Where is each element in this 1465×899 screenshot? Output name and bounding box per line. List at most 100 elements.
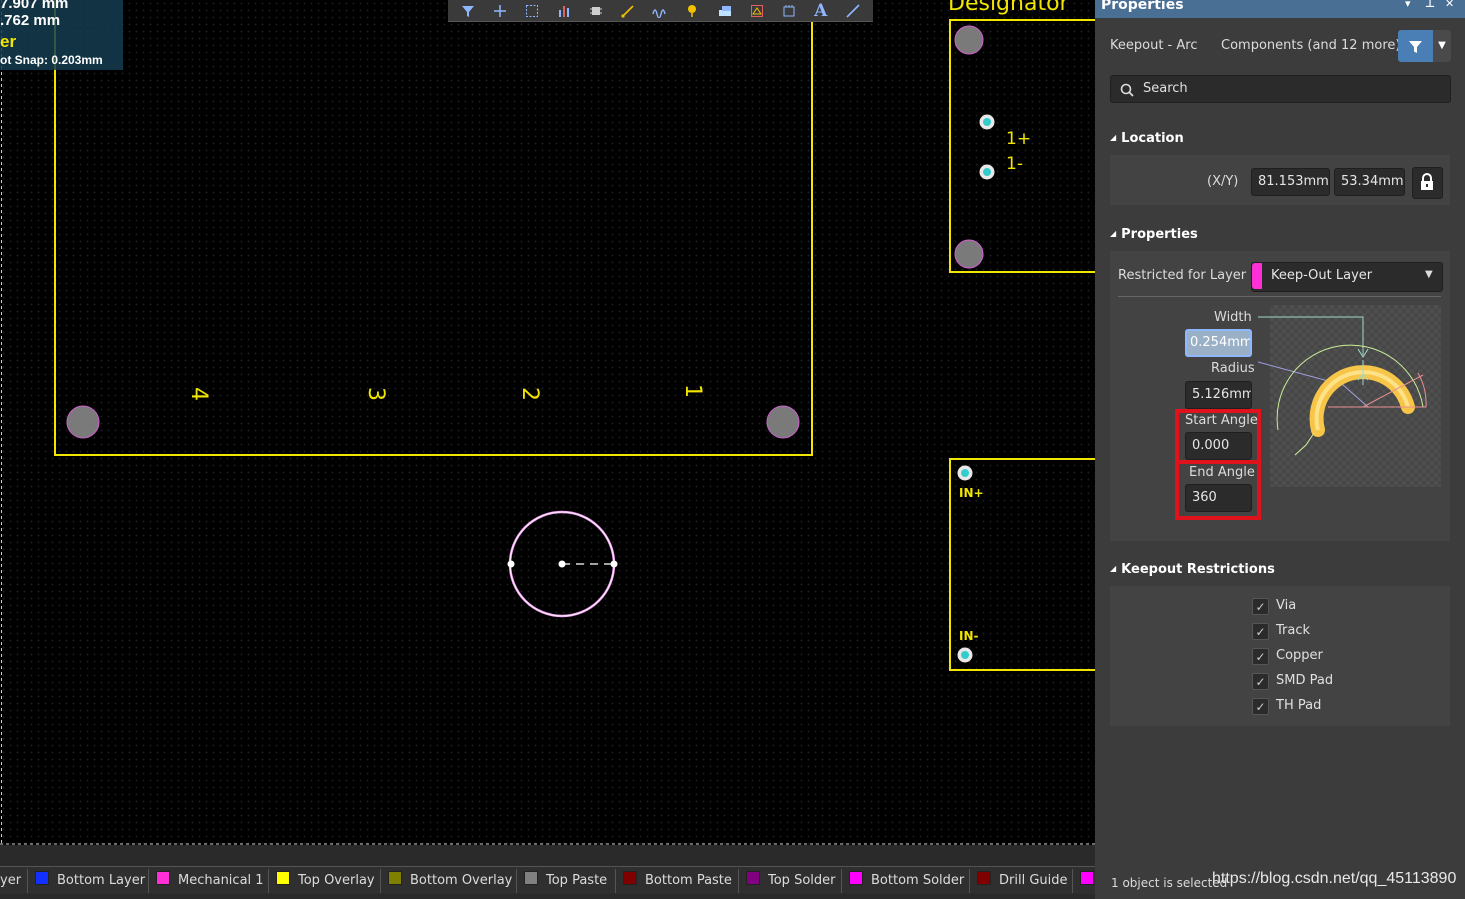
properties-section-header[interactable]: ◢ Properties xyxy=(1110,227,1198,242)
conn-label-in-minus: IN- xyxy=(959,629,979,643)
restriction-label: SMD Pad xyxy=(1276,673,1334,688)
radius-field[interactable]: 5.126mm xyxy=(1185,381,1252,409)
layer-tab[interactable]: Top Paste xyxy=(524,867,607,895)
layer-tab[interactable]: Bottom Paste xyxy=(623,867,732,895)
location-y-field[interactable]: 53.34mm xyxy=(1334,168,1405,196)
interactive-length-icon[interactable] xyxy=(650,2,670,20)
layer-tab[interactable]: Bottom Overlay xyxy=(388,867,512,895)
layer-tab[interactable] xyxy=(1080,867,1095,895)
location-section-header[interactable]: ◢ Location xyxy=(1110,131,1184,146)
search-placeholder: Search xyxy=(1143,81,1188,96)
layer-tab-label: Bottom Layer xyxy=(57,873,146,888)
hud-snap: ot Snap: 0.203mm xyxy=(0,53,103,67)
polygon-icon[interactable] xyxy=(747,2,767,20)
layer-color-swatch xyxy=(623,871,637,885)
layer-color-swatch xyxy=(156,871,170,885)
pin-label-2: 2 xyxy=(517,387,542,401)
layer-tab-separator xyxy=(738,869,739,893)
keepout-arc-selected[interactable] xyxy=(507,510,618,618)
restrictions-section-header[interactable]: ◢ Keepout Restrictions xyxy=(1110,562,1275,577)
pin-icon[interactable] xyxy=(682,2,702,20)
layer-tab[interactable]: Top Overlay xyxy=(276,867,375,895)
restriction-checkbox-track[interactable]: ✓ xyxy=(1252,623,1269,640)
filter-scope-link[interactable]: Components (and 12 more) xyxy=(1221,38,1400,53)
mounting-pad-right xyxy=(766,405,800,439)
panel-title: Properties xyxy=(1101,0,1184,13)
pcb-canvas[interactable]: 4 3 2 1 Designator 1+ 1- IN+ IN- 7.907 m… xyxy=(0,0,1095,845)
text-icon[interactable]: A xyxy=(811,1,831,21)
layer-tab-separator xyxy=(841,869,842,893)
layer-tab-label: Bottom Solder xyxy=(871,873,965,888)
arc-radius-handle xyxy=(610,560,618,568)
layer-tab-separator xyxy=(969,869,970,893)
layer-tab[interactable]: Drill Guide xyxy=(977,867,1068,895)
layer-color-swatch xyxy=(1252,263,1262,289)
layer-select[interactable]: Keep-Out Layer ▼ xyxy=(1251,262,1443,292)
panel-close-icon[interactable]: ✕ xyxy=(1445,0,1454,10)
component-icon[interactable] xyxy=(779,2,799,20)
search-icon xyxy=(1120,83,1134,97)
width-label: Width xyxy=(1214,310,1252,325)
layer-tab[interactable]: Top Solder xyxy=(746,867,835,895)
watermark: https://blog.csdn.net/qq_45113890 xyxy=(1212,870,1457,887)
pcb-drawing[interactable]: 4 3 2 1 Designator 1+ 1- IN+ IN- xyxy=(0,0,1095,845)
via-hole-4 xyxy=(961,651,969,659)
cross-icon[interactable] xyxy=(490,2,510,20)
layer-tab-label: yer xyxy=(0,873,22,888)
layer-tab[interactable]: Bottom Layer xyxy=(35,867,145,895)
filter-icon[interactable] xyxy=(458,2,478,20)
route-icon[interactable] xyxy=(618,2,638,20)
restrictions-header-label: Keepout Restrictions xyxy=(1121,562,1275,577)
status-strip xyxy=(0,845,1095,866)
restriction-checkbox-smd-pad[interactable]: ✓ xyxy=(1252,673,1269,690)
layer-color-swatch xyxy=(35,871,49,885)
layer-color-swatch xyxy=(849,871,863,885)
filter-dropdown-icon[interactable]: ▼ xyxy=(1433,30,1451,62)
layer-tab-separator xyxy=(615,869,616,893)
layer-color-swatch xyxy=(977,871,991,885)
chevron-down-icon: ▼ xyxy=(1425,269,1433,280)
object-type-label: Keepout - Arc xyxy=(1110,38,1198,53)
select-rect-icon[interactable] xyxy=(522,2,542,20)
layer-tab-separator xyxy=(268,869,269,893)
search-input[interactable]: Search xyxy=(1110,75,1451,103)
layer-tab-separator xyxy=(380,869,381,893)
panel-pin-icon[interactable]: ⊥ xyxy=(1425,0,1435,10)
location-x-field[interactable]: 81.153mm xyxy=(1251,168,1330,196)
chip-icon[interactable] xyxy=(586,2,606,20)
arc-left-handle xyxy=(507,560,515,568)
layer-color-swatch xyxy=(524,871,538,885)
filter-button[interactable] xyxy=(1398,30,1433,62)
layer-select-value: Keep-Out Layer xyxy=(1271,268,1373,283)
restriction-checkbox-copper[interactable]: ✓ xyxy=(1252,648,1269,665)
active-toolbar: A xyxy=(448,0,873,22)
layer-tabs-bar: yer Bottom Layer Mechanical 1 Top Overlay Bo… xyxy=(0,866,1095,895)
layer-stack-icon[interactable] xyxy=(715,2,735,20)
layer-tab[interactable]: Mechanical 1 xyxy=(156,867,264,895)
radius-label: Radius xyxy=(1211,361,1255,376)
layer-tab[interactable]: Bottom Solder xyxy=(849,867,964,895)
line-icon[interactable] xyxy=(843,2,863,20)
selection-status: 1 object is selected xyxy=(1111,876,1228,890)
bar-chart-icon[interactable] xyxy=(554,2,574,20)
restriction-label: Via xyxy=(1276,598,1297,613)
layer-color-swatch xyxy=(276,871,290,885)
restriction-checkbox-via[interactable]: ✓ xyxy=(1252,598,1269,615)
via-hole-1 xyxy=(983,118,991,126)
layer-tab[interactable]: yer xyxy=(0,867,21,895)
conn-label-1plus: 1+ xyxy=(1006,129,1031,149)
panel-menu-icon[interactable]: ▾ xyxy=(1405,0,1411,10)
coordinate-hud: 7.907 mm .762 mm er ot Snap: 0.203mm xyxy=(0,0,123,70)
restriction-label: Copper xyxy=(1276,648,1323,663)
bottom-strip xyxy=(0,894,1095,899)
arc-center-handle xyxy=(558,560,566,568)
filter-icon xyxy=(1409,40,1422,53)
location-header-label: Location xyxy=(1121,131,1184,146)
highlight-end-angle xyxy=(1175,460,1261,520)
lock-button[interactable] xyxy=(1412,167,1443,199)
lock-icon xyxy=(1421,173,1433,190)
panel-title-bar: Properties ▾ ⊥ ✕ xyxy=(1095,0,1465,18)
mounting-pad-tr1 xyxy=(954,25,984,55)
restriction-checkbox-th-pad[interactable]: ✓ xyxy=(1252,698,1269,715)
width-field[interactable]: 0.254mm xyxy=(1185,329,1252,357)
